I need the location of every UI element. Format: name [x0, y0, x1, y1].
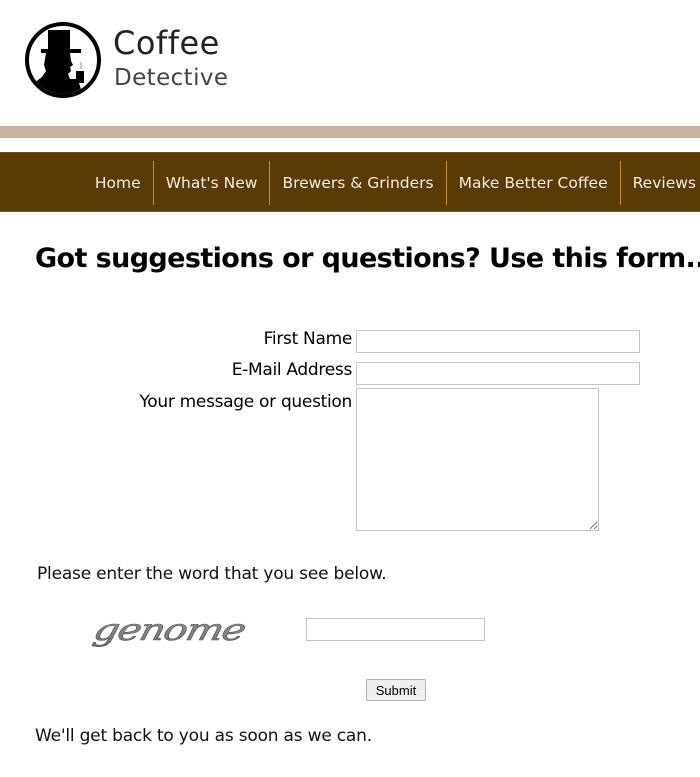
message-label: Your message or question [139, 392, 352, 412]
captcha-image: genome [90, 613, 246, 648]
captcha-input[interactable] [306, 618, 485, 641]
nav-item-home[interactable]: Home [83, 161, 153, 205]
brand-name-line1: Coffee [113, 24, 220, 62]
response-note: We'll get back to you as soon as we can. [35, 726, 372, 746]
captcha-word: genome [90, 613, 246, 647]
header-divider-band [0, 126, 700, 138]
first-name-label: First Name [263, 329, 353, 349]
captcha-prompt: Please enter the word that you see below… [37, 564, 387, 584]
page-title: Got suggestions or questions? Use this f… [35, 243, 700, 274]
email-input[interactable] [356, 362, 640, 385]
message-textarea[interactable] [356, 388, 599, 531]
nav-item-make-better-coffee[interactable]: Make Better Coffee [445, 161, 620, 205]
first-name-input[interactable] [356, 330, 640, 353]
submit-button[interactable]: Submit [366, 679, 426, 701]
site-header: Coffee Detective [0, 0, 700, 126]
nav-item-brewers-grinders[interactable]: Brewers & Grinders [269, 161, 445, 205]
detective-silhouette-icon[interactable] [24, 21, 102, 99]
nav-item-reviews[interactable]: Reviews [619, 161, 700, 205]
nav-item-whats-new[interactable]: What's New [152, 161, 270, 205]
main-nav: Home What's New Brewers & Grinders Make … [0, 152, 700, 212]
email-label: E-Mail Address [231, 360, 353, 380]
brand-name-line2: Detective [114, 65, 229, 91]
